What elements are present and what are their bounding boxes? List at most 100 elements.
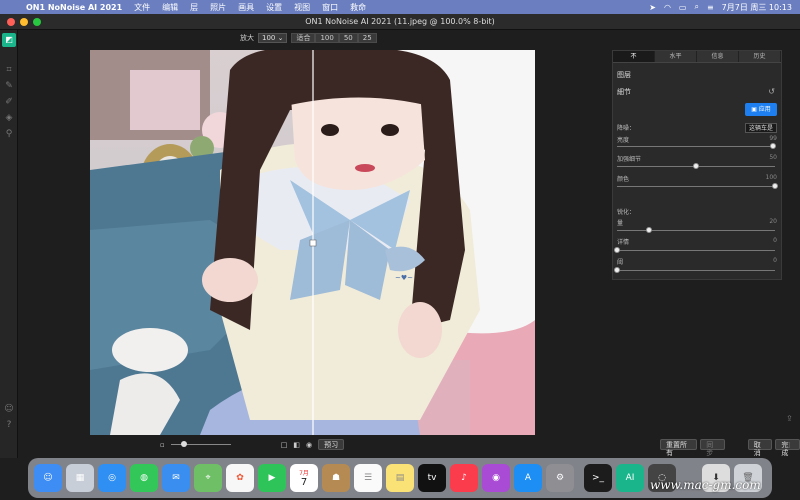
menu-view[interactable]: 视图 — [288, 2, 316, 13]
slider-knob-threshold[interactable] — [614, 267, 620, 273]
mail-icon[interactable]: ✉ — [162, 464, 190, 492]
detail-section-title: 細节 — [617, 88, 631, 96]
notes-icon[interactable]: ▤ — [386, 464, 414, 492]
apple-tv-icon[interactable]: tv — [418, 464, 446, 492]
reset-section-icon[interactable]: ↺ — [768, 87, 775, 96]
maps-icon[interactable]: ⌖ — [194, 464, 222, 492]
contacts-icon[interactable]: ☗ — [322, 464, 350, 492]
wifi-icon[interactable]: ◠ — [664, 3, 671, 12]
tab-2[interactable]: 信息 — [697, 51, 739, 62]
status-area: ➤ ◠ ▭ ⌕ ≡ 7月7日 周三 10:13 — [649, 2, 800, 13]
calendar-icon[interactable]: 7月 7 — [290, 464, 318, 492]
zoom-bar: 放大 100 ⌄ 适合 100 50 25 — [240, 33, 377, 43]
menu-layer[interactable]: 层 — [184, 2, 204, 13]
user-icon[interactable]: ☺ — [3, 403, 15, 415]
menu-app-name[interactable]: ON1 NoNoise AI 2021 — [22, 3, 128, 12]
messages-icon[interactable]: ◍ — [130, 464, 158, 492]
music-icon[interactable]: ♪ — [450, 464, 478, 492]
podcasts-icon[interactable]: ◉ — [482, 464, 510, 492]
search-icon[interactable]: ⌕ — [694, 2, 698, 12]
slider-knob-details[interactable] — [614, 247, 620, 253]
on1-nonoise-icon[interactable]: AI — [616, 464, 644, 492]
photos-icon[interactable]: ✿ — [226, 464, 254, 492]
slider-value-details[interactable]: 0 — [773, 237, 777, 244]
zoom-select[interactable]: 100 ⌄ — [258, 33, 288, 43]
zoom-preset-50[interactable]: 50 — [338, 33, 358, 43]
mask-view-icon[interactable]: ◉ — [306, 441, 312, 449]
safari-icon[interactable]: ◎ — [98, 464, 126, 492]
location-icon[interactable]: ➤ — [649, 3, 656, 12]
slider-enhance-detail[interactable] — [617, 163, 775, 169]
clock[interactable]: 7月7日 周三 10:13 — [722, 2, 792, 13]
help-icon[interactable]: ? — [3, 419, 15, 431]
slider-value-luminance[interactable]: 99 — [769, 135, 777, 142]
tab-3[interactable]: 历史 — [739, 51, 781, 62]
slider-threshold[interactable] — [614, 267, 775, 273]
slider-value-color[interactable]: 100 — [766, 174, 777, 181]
preview-button[interactable]: 预习 — [318, 439, 345, 450]
tab-1[interactable]: 水平 — [655, 51, 697, 62]
tab-0[interactable]: 不 — [613, 51, 655, 62]
masking-brush-icon[interactable]: ✐ — [3, 96, 15, 108]
finder-icon[interactable]: ☺ — [34, 464, 62, 492]
slider-color[interactable] — [617, 183, 778, 189]
zoom-fit-button[interactable]: 适合 — [291, 33, 316, 43]
slider-knob-enhance-detail[interactable] — [693, 163, 699, 169]
control-center-icon[interactable]: ≡ — [707, 3, 714, 12]
slider-knob-amount[interactable] — [645, 227, 652, 233]
slider-label-color: 颜色 — [617, 176, 630, 183]
action-buttons: 重置所有 同步 取消 完成 — [660, 439, 800, 457]
slider-value-enhance-detail[interactable]: 50 — [769, 154, 777, 161]
cancel-button[interactable]: 取消 — [747, 439, 773, 457]
reminders-icon[interactable]: ☰ — [354, 464, 382, 492]
share-icon[interactable]: ⇪ — [786, 414, 793, 423]
system-preferences-icon[interactable]: ⚙ — [546, 464, 574, 492]
slider-knob-luminance[interactable] — [770, 143, 777, 149]
thumb-small-icon[interactable]: ▫ — [160, 441, 165, 449]
crop-icon[interactable]: ⌗ — [3, 64, 15, 76]
slider-knob-color[interactable] — [772, 183, 778, 189]
slider-value-threshold[interactable]: 0 — [773, 257, 777, 264]
terminal-icon[interactable]: >_ — [584, 464, 612, 492]
slider-label-amount: 量 — [617, 220, 624, 227]
slider-label-luminance: 亮度 — [617, 137, 630, 144]
photo-canvas[interactable]: ~♥~ — [90, 50, 535, 435]
menu-help[interactable]: 救命 — [344, 2, 372, 13]
menu-file[interactable]: 文件 — [128, 2, 156, 13]
zoom-presets: 适合 100 50 25 — [291, 33, 377, 43]
thumbnail-size-slider[interactable] — [170, 441, 231, 447]
slider-details[interactable] — [614, 247, 775, 253]
canvas-bottom-bar: ▫ □ ◧ ◉ 预习 — [160, 439, 345, 450]
reset-all-button[interactable]: 重置所有 — [660, 439, 698, 457]
slider-amount[interactable] — [617, 227, 775, 233]
thumbnail-size-knob[interactable] — [180, 441, 187, 447]
apply-button[interactable]: ▣ 应用 — [745, 103, 777, 116]
brush-icon[interactable]: ✎ — [3, 80, 15, 92]
app-store-icon[interactable]: A — [514, 464, 542, 492]
facetime-icon[interactable]: ▶ — [258, 464, 286, 492]
eraser-icon[interactable]: ◈ — [3, 112, 15, 124]
slider-value-amount[interactable]: 20 — [769, 218, 777, 225]
menu-tools[interactable]: 画具 — [232, 2, 260, 13]
launchpad-icon[interactable]: ▦ — [66, 464, 94, 492]
slider-luminance[interactable] — [617, 143, 777, 149]
zoom-preset-25[interactable]: 25 — [357, 33, 377, 43]
battery-icon[interactable]: ▭ — [679, 3, 687, 12]
menu-edit[interactable]: 编辑 — [156, 2, 184, 13]
sidebar-toggle-icon[interactable]: ▯ — [786, 440, 790, 449]
sync-button[interactable]: 同步 — [700, 439, 725, 457]
slider-label-threshold: 阈 — [617, 259, 624, 266]
slider-label-details: 详情 — [617, 239, 630, 246]
single-view-icon[interactable]: □ — [281, 441, 288, 449]
method-dropdown[interactable]: 这辆车是 — [744, 123, 777, 133]
menu-settings[interactable]: 设置 — [260, 2, 288, 13]
menu-window[interactable]: 窗口 — [316, 2, 344, 13]
denoise-title: 降噪： — [617, 125, 636, 132]
zoom-tool-icon[interactable]: ⚲ — [3, 128, 15, 140]
compare-view-icon[interactable]: ◧ — [293, 441, 300, 449]
menu-photo[interactable]: 照片 — [204, 2, 232, 13]
window-title: ON1 NoNoise AI 2021 (11.jpeg @ 100.0% 8-… — [305, 17, 495, 26]
panel-tabs: 不 水平 信息 历史 — [613, 51, 781, 63]
zoom-preset-100[interactable]: 100 — [315, 33, 339, 43]
title-bar: ON1 NoNoise AI 2021 (11.jpeg @ 100.0% 8-… — [0, 14, 800, 30]
